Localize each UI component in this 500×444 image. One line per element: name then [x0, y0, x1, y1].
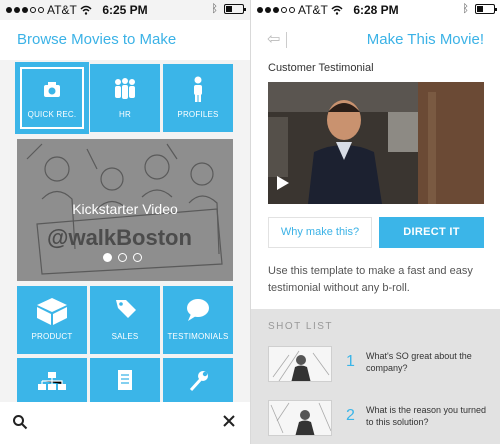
status-bar: AT&T 6:28 PM ᛒ	[251, 0, 500, 20]
tile-document[interactable]	[90, 358, 160, 402]
pager-dot[interactable]	[103, 253, 112, 262]
back-arrow-icon[interactable]: ⇦	[267, 29, 280, 49]
page-title: Make This Movie!	[366, 31, 484, 48]
tile-tools[interactable]	[163, 358, 233, 402]
shot-list-item[interactable]: 2 What is the reason you turned to this …	[268, 400, 500, 442]
tile-label: QUICK REC.	[27, 110, 77, 119]
tile-product[interactable]: PRODUCT	[17, 286, 87, 354]
wrench-icon	[189, 371, 208, 392]
video-frame-image	[268, 82, 484, 204]
document-icon	[118, 370, 132, 390]
shot-list-item[interactable]: 1 What's SO great about the company?	[268, 346, 500, 388]
direct-it-button[interactable]: DIRECT IT	[379, 217, 484, 248]
person-icon	[194, 76, 202, 102]
tag-icon	[116, 300, 136, 318]
tile-sales[interactable]: SALES	[90, 286, 160, 354]
nav-bar: Browse Movies to Make	[0, 20, 250, 60]
pager-dot[interactable]	[133, 253, 142, 262]
why-make-this-button[interactable]: Why make this?	[268, 217, 372, 248]
camera-icon	[44, 82, 60, 97]
template-heading: Customer Testimonial	[268, 62, 374, 74]
shot-list: SHOT LIST 1 What's SO great about the co…	[251, 309, 500, 444]
svg-text:@walkBoston: @walkBoston	[47, 225, 192, 250]
tile-label: SALES	[111, 332, 139, 341]
nav-divider	[286, 32, 287, 48]
shot-number: 1	[346, 353, 355, 370]
nav-bar: ⇦ Make This Movie!	[251, 20, 500, 60]
tile-label: HR	[119, 110, 131, 119]
bluetooth-icon: ᛒ	[462, 3, 469, 15]
movie-detail-screen: AT&T 6:28 PM ᛒ ⇦ Make This Movie! Custom…	[250, 0, 500, 444]
tile-label: PRODUCT	[31, 332, 73, 341]
shot-number: 2	[346, 407, 355, 424]
browse-screen: AT&T 6:25 PM ᛒ Browse Movies to Make QUI…	[0, 0, 250, 444]
tile-label: TESTIMONIALS	[167, 332, 229, 341]
pager-dot[interactable]	[118, 253, 127, 262]
template-description: Use this template to make a fast and eas…	[268, 265, 473, 294]
tile-testimonials[interactable]: TESTIMONIALS	[163, 286, 233, 354]
featured-carousel[interactable]: @walkBoston Kickstarter Video	[17, 139, 233, 281]
carousel-pager[interactable]	[103, 253, 142, 262]
shot-list-heading: SHOT LIST	[268, 321, 333, 332]
carousel-title: Kickstarter Video	[72, 201, 178, 217]
close-icon[interactable]	[222, 414, 236, 428]
shot-question: What's SO great about the company?	[366, 351, 472, 373]
shot-thumbnail	[268, 346, 332, 382]
tile-hr[interactable]: HR	[90, 64, 160, 132]
search-icon[interactable]	[12, 414, 28, 430]
org-chart-icon	[38, 372, 66, 390]
tile-label: PROFILES	[177, 110, 219, 119]
shot-thumbnail	[268, 400, 332, 436]
play-icon[interactable]	[276, 175, 290, 191]
status-bar: AT&T 6:25 PM ᛒ	[0, 0, 250, 20]
people-group-icon	[115, 78, 135, 99]
tile-org-chart[interactable]	[17, 358, 87, 402]
battery-icon	[475, 4, 497, 14]
speech-bubble-icon	[187, 299, 209, 321]
video-player[interactable]	[268, 82, 484, 204]
page-title: Browse Movies to Make	[17, 31, 177, 48]
search-bar	[0, 402, 250, 444]
tile-profiles[interactable]: PROFILES	[163, 64, 233, 132]
bluetooth-icon: ᛒ	[211, 3, 218, 15]
box-icon	[37, 298, 67, 325]
shot-question: What is the reason you turned to this so…	[366, 405, 487, 427]
battery-icon	[224, 4, 246, 14]
tile-quick-rec[interactable]: QUICK REC.	[15, 62, 89, 134]
